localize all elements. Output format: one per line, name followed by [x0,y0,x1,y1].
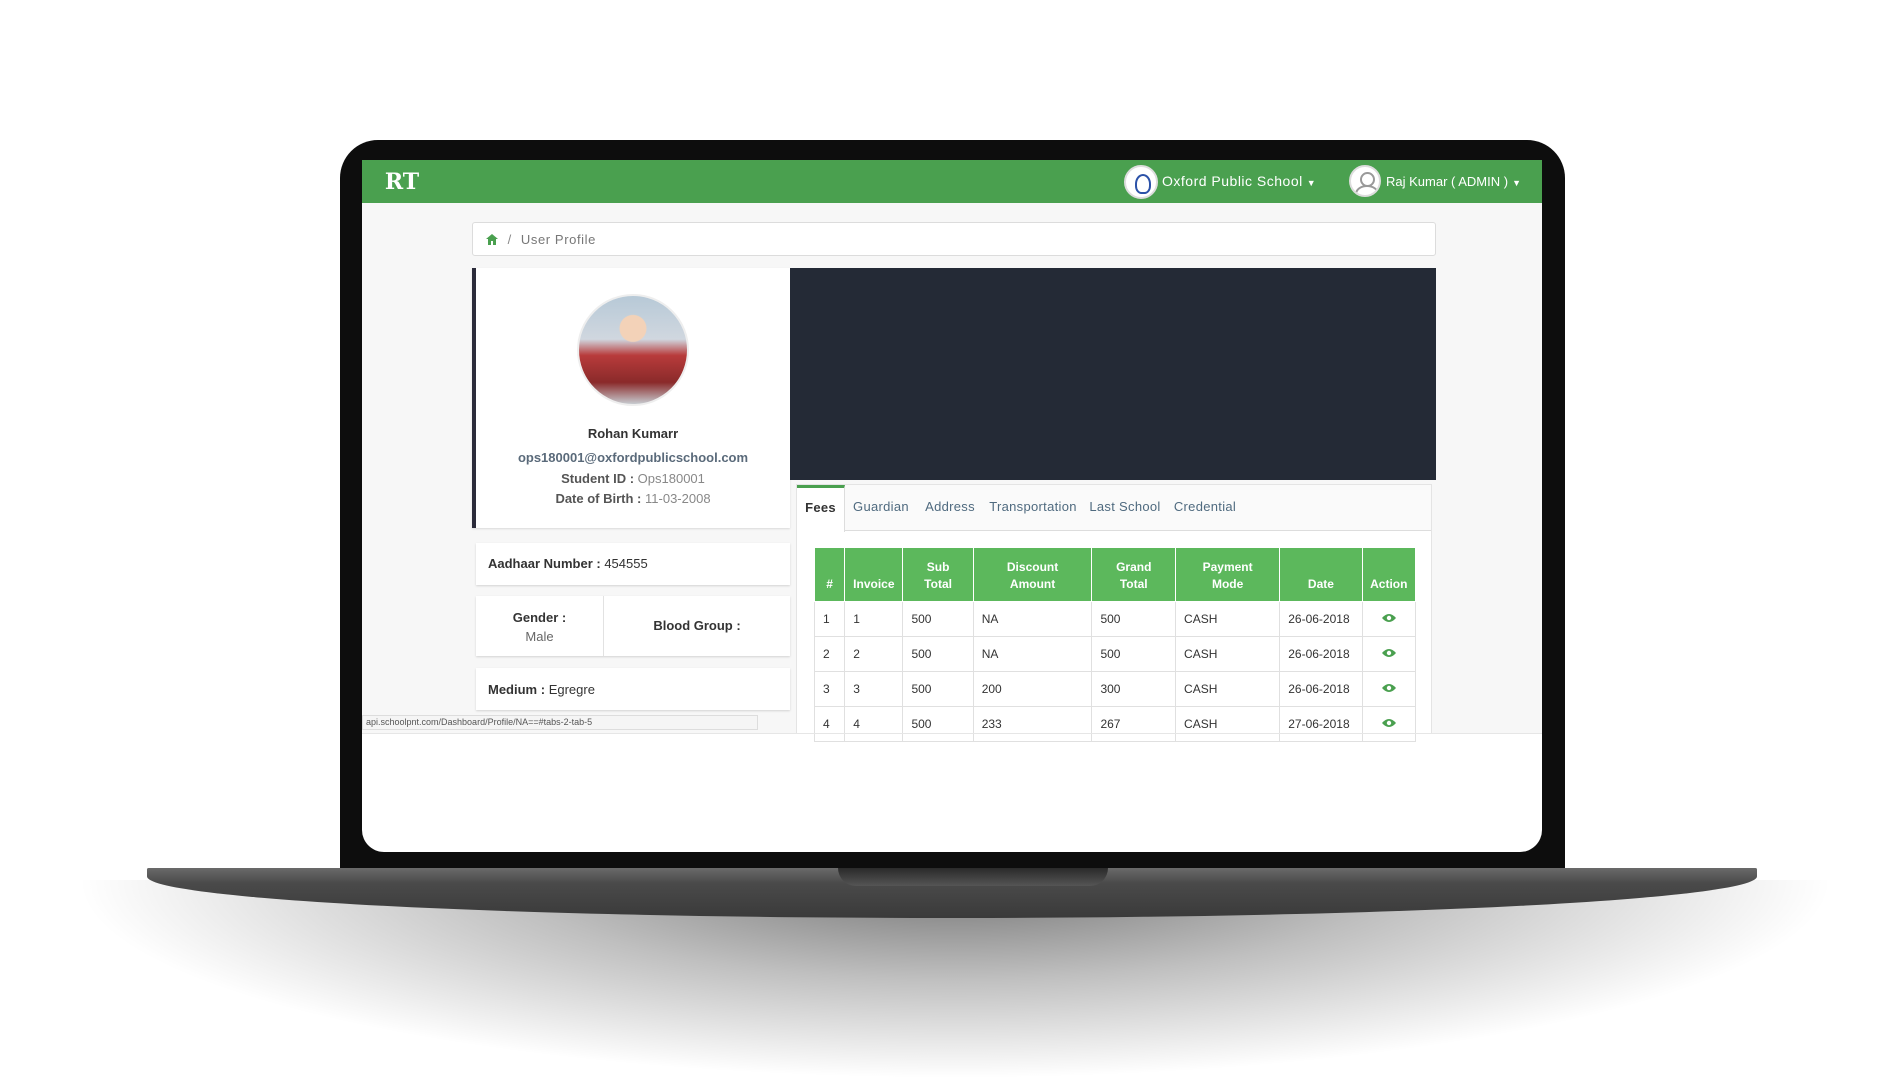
student-id-value: Ops180001 [637,471,705,486]
student-id: Student ID : Ops180001 [476,471,790,486]
medium-box: Medium : Egregre [476,668,790,710]
tab-transportation[interactable]: Transportation [983,485,1083,531]
sub-total-cell: 500 [902,706,974,742]
aadhaar-label: Aadhaar Number : [488,556,601,571]
payment-mode-cell: CASH [1175,601,1281,637]
discount-cell: 233 [972,706,1093,742]
dob-value: 11-03-2008 [645,491,711,506]
invoice-cell: 4 [844,706,904,742]
row-number: 4 [813,706,846,742]
school-selector[interactable]: Oxford Public School ▼ [1162,173,1316,189]
row-number: 1 [813,601,846,637]
student-id-label: Student ID : [561,471,635,486]
col-number: # [813,547,846,602]
grand-total-cell: 500 [1091,601,1177,637]
col-discount-amount: Discount Amount [972,547,1093,602]
school-emblem-icon [1124,165,1158,199]
profile-cover-banner [790,268,1436,480]
discount-cell: NA [972,601,1093,637]
date-cell: 26-06-2018 [1279,601,1363,637]
date-cell: 26-06-2018 [1279,636,1363,672]
sub-total-cell: 500 [902,601,974,637]
laptop-screen: RT Oxford Public School ▼ Raj Kumar ( ADM… [362,160,1542,852]
status-bar-url: api.schoolpnt.com/Dashboard/Profile/NA==… [362,715,758,730]
action-cell [1361,706,1417,742]
chevron-down-icon: ▼ [1512,178,1521,188]
date-cell: 27-06-2018 [1279,706,1363,742]
discount-cell: 200 [972,671,1093,707]
user-avatar[interactable] [1349,165,1381,197]
blood-group-label: Blood Group : [653,618,741,633]
tab-last-school[interactable]: Last School [1083,485,1167,531]
aadhaar-value: 454555 [604,556,648,571]
col-date: Date [1279,547,1363,602]
action-cell [1361,636,1417,672]
student-photo [577,294,689,406]
medium-value: Egregre [548,682,595,697]
action-cell [1361,601,1417,637]
blood-group-cell: Blood Group : [604,596,790,656]
dob-label: Date of Birth : [555,491,642,506]
payment-mode-cell: CASH [1175,636,1281,672]
sub-total-cell: 500 [902,671,974,707]
gender-value: Male [525,629,554,644]
col-action: Action [1361,547,1417,602]
user-menu[interactable]: Raj Kumar ( ADMIN ) ▼ [1386,174,1521,189]
gender-blood-box: Gender : Male Blood Group : [476,596,790,656]
grand-total-cell: 500 [1091,636,1177,672]
viewport-cutoff-line [362,733,1542,734]
col-invoice: Invoice [844,547,904,602]
chevron-down-icon: ▼ [1306,178,1317,188]
view-eye-icon[interactable] [1381,683,1396,693]
breadcrumb-separator: / [507,232,512,247]
profile-tabs-panel: Fees Guardian Address Transportation Las… [796,484,1432,742]
app-logo[interactable]: RT [384,164,420,200]
profile-card: Rohan Kumarr ops180001@oxfordpublicschoo… [472,268,790,528]
col-payment-mode: Payment Mode [1175,547,1281,602]
home-icon[interactable] [486,234,498,245]
tab-guardian[interactable]: Guardian [845,485,917,531]
row-number: 2 [813,636,846,672]
invoice-cell: 2 [844,636,904,672]
payment-mode-cell: CASH [1175,706,1281,742]
date-cell: 26-06-2018 [1279,671,1363,707]
view-eye-icon[interactable] [1381,648,1396,658]
tab-bar: Fees Guardian Address Transportation Las… [797,485,1431,532]
invoice-cell: 1 [844,601,904,637]
laptop-hinge [838,868,1108,886]
tab-credential[interactable]: Credential [1167,485,1243,531]
breadcrumb-current: User Profile [520,232,596,247]
grand-total-cell: 300 [1091,671,1177,707]
col-grand-total: Grand Total [1091,547,1177,602]
action-cell [1361,671,1417,707]
sub-total-cell: 500 [902,636,974,672]
student-name: Rohan Kumarr [587,426,679,441]
date-of-birth: Date of Birth : 11-03-2008 [476,491,790,506]
discount-cell: NA [972,636,1093,672]
fees-table: # Invoice Sub Total Discount Amount Gran… [813,547,1417,742]
payment-mode-cell: CASH [1175,671,1281,707]
table-row: 1 1 500 NA 500 CASH 26-06-2018 [813,601,1417,637]
aadhaar-box: Aadhaar Number : 454555 [476,543,790,585]
table-row: 4 4 500 233 267 CASH 27-06-2018 [813,706,1417,742]
gender-label: Gender : [512,610,567,625]
col-sub-total: Sub Total [902,547,974,602]
student-email: ops180001@oxfordpublicschool.com [517,450,749,465]
gender-cell: Gender : Male [476,596,604,656]
tab-address[interactable]: Address [917,485,983,531]
tab-fees[interactable]: Fees [797,485,845,532]
view-eye-icon[interactable] [1381,718,1396,728]
breadcrumb: / User Profile [472,222,1436,256]
view-eye-icon[interactable] [1381,613,1396,623]
invoice-cell: 3 [844,671,904,707]
user-name: Raj Kumar ( ADMIN ) [1386,174,1509,189]
school-name: Oxford Public School [1162,173,1303,189]
medium-label: Medium : [488,682,546,697]
top-navbar: RT Oxford Public School ▼ Raj Kumar ( ADM… [362,160,1542,203]
table-row: 2 2 500 NA 500 CASH 26-06-2018 [813,636,1417,672]
row-number: 3 [813,671,846,707]
grand-total-cell: 267 [1091,706,1177,742]
table-row: 3 3 500 200 300 CASH 26-06-2018 [813,671,1417,707]
fees-table-header: # Invoice Sub Total Discount Amount Gran… [813,547,1417,602]
